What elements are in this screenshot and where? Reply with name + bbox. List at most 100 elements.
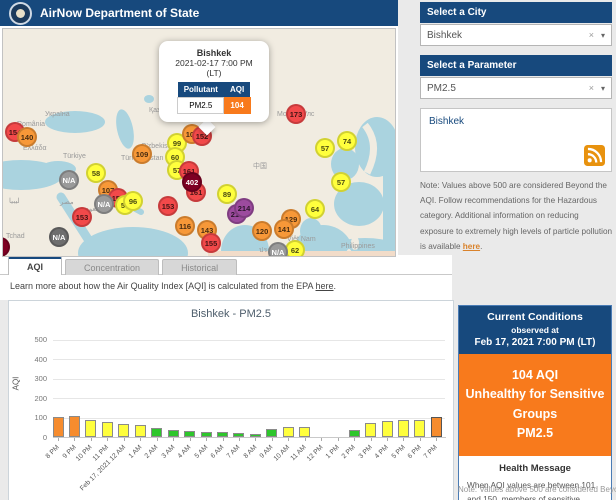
map-marker-aqi[interactable]: 155 (201, 233, 221, 253)
map-marker-aqi[interactable]: 57 (331, 172, 351, 192)
chart-bar (431, 417, 442, 437)
chart-bar (398, 420, 409, 437)
map-marker-aqi[interactable]: N/A (94, 194, 114, 214)
parameter-select-value: PM2.5 (427, 83, 589, 94)
parameter-select[interactable]: PM2.5 × ▾ (420, 77, 612, 99)
chart-x-tick-label: 10 AM (273, 444, 292, 463)
chart-bar (135, 425, 146, 437)
tab-bar: AQI Concentration Historical (8, 258, 240, 275)
chart-x-tick (223, 438, 224, 441)
chart-x-tick (354, 438, 355, 441)
chart-gridline (53, 379, 445, 380)
map-marker-aqi[interactable]: 74 (337, 131, 357, 151)
map-marker-aqi[interactable]: N/A (49, 227, 69, 247)
chart-gridline (53, 418, 445, 419)
chart-x-tick-label: 1 PM (324, 444, 340, 460)
map-marker-aqi[interactable]: N/A (268, 242, 288, 257)
chart-bar (250, 434, 261, 437)
map-marker-aqi[interactable]: 109 (132, 144, 152, 164)
app-title: AirNow Department of State (40, 6, 199, 20)
map-marker-aqi[interactable]: 214 (234, 198, 254, 218)
chart-x-tick-label: 7 AM (226, 444, 242, 460)
chart-bar (283, 427, 294, 437)
map-marker-aqi[interactable]: 64 (305, 199, 325, 219)
chart-bar (151, 428, 162, 437)
select-city-header: Select a City (420, 2, 612, 23)
chart-x-tick-label: 6 AM (210, 444, 226, 460)
bottom-note: Note: Values above 500 are considered Be… (458, 485, 616, 494)
app-header: AirNow Department of State (0, 0, 398, 26)
chart-x-tick (288, 438, 289, 441)
map-canvas[interactable]: PhilippinesประเทศไทยViệt Nam中国Монгол Улс… (2, 28, 396, 257)
chart-x-tick-label: 10 PM (75, 444, 94, 463)
chart-x-tick (239, 438, 240, 441)
chart-x-tick-label: 4 PM (374, 444, 390, 460)
chart-x-tick (124, 438, 125, 441)
chart-x-tick-label: 8 PM (45, 444, 61, 460)
chart-title: Bishkek - PM2.5 (9, 308, 453, 320)
city-clear-icon[interactable]: × (589, 30, 594, 40)
map-marker-aqi[interactable]: 153 (158, 196, 178, 216)
map-marker-aqi[interactable]: 89 (217, 184, 237, 204)
popup-datetime: 2021-02-17 7:00 PM (164, 58, 264, 68)
map-marker-aqi[interactable]: 402 (182, 172, 202, 192)
chart-x-tick (173, 438, 174, 441)
chart-bar (382, 421, 393, 437)
map-place-label: Україна (45, 111, 70, 118)
epa-here-link[interactable]: here (316, 281, 334, 291)
map-marker-aqi[interactable]: N/A (59, 170, 79, 190)
parameter-clear-icon[interactable]: × (589, 83, 594, 93)
feed-city-link[interactable]: Bishkek (429, 116, 464, 127)
epa-info-text: Learn more about how the Air Quality Ind… (10, 281, 316, 291)
chart-panel: Bishkek - PM2.5 AQI 10020030040050008 PM… (8, 300, 454, 500)
chart-bar (217, 432, 228, 437)
current-conditions-title: Current Conditions (461, 311, 609, 323)
map-marker-aqi[interactable]: 62 (285, 240, 305, 257)
sidebar-note-here-link[interactable]: here (463, 242, 480, 251)
chart-bar (168, 430, 179, 437)
map-place-label: Türkiye (63, 153, 86, 160)
chart-bar (233, 433, 244, 437)
chart-y-tick-label: 400 (17, 355, 47, 364)
tab-historical[interactable]: Historical (162, 259, 237, 275)
map-marker-aqi[interactable]: 141 (274, 219, 294, 239)
tab-aqi[interactable]: AQI (8, 257, 62, 275)
chart-bar (365, 423, 376, 437)
chart-x-tick-label: 3 AM (160, 444, 176, 460)
map-place-label: 中国 (253, 161, 267, 171)
page: AirNow Department of State (0, 0, 616, 500)
tab-concentration[interactable]: Concentration (65, 259, 159, 275)
city-caret-icon[interactable]: ▾ (601, 31, 605, 40)
map-marker-aqi[interactable]: 120 (252, 221, 272, 241)
aqi-summary: 104 AQI Unhealthy for Sensitive Groups P… (459, 354, 611, 456)
aqi-value: 104 AQI (465, 366, 605, 385)
chart-x-tick-label: 2 PM (341, 444, 357, 460)
chart-x-tick-label: 6 PM (407, 444, 423, 460)
chart-x-tick (255, 438, 256, 441)
map-marker-aqi[interactable]: 96 (123, 191, 143, 211)
map-marker-aqi[interactable]: 173 (286, 104, 306, 124)
chart-y-tick-label: 200 (17, 394, 47, 403)
city-select[interactable]: Bishkek × ▾ (420, 24, 612, 46)
map-marker-aqi[interactable]: 57 (315, 138, 335, 158)
city-select-value: Bishkek (427, 30, 589, 41)
map-marker-aqi[interactable]: 140 (17, 127, 37, 147)
chart-x-tick (58, 438, 59, 441)
map-marker-aqi[interactable]: 153 (72, 207, 92, 227)
chart-x-tick-label: 2 AM (144, 444, 160, 460)
popup-col-aqi: AQI (224, 82, 250, 98)
chart-bar (102, 422, 113, 437)
department-of-state-seal-icon (9, 2, 32, 25)
map-place-label: Tchad (6, 233, 25, 240)
chart-bar (266, 429, 277, 437)
popup-table: Pollutant AQI PM2.5 104 (177, 82, 251, 114)
chart-bar (414, 420, 425, 437)
current-conditions-panel: Current Conditions observed at Feb 17, 2… (458, 305, 612, 500)
chart-bar (299, 427, 310, 437)
parameter-caret-icon[interactable]: ▾ (601, 84, 605, 93)
aqi-parameter: PM2.5 (465, 424, 605, 443)
map-marker-aqi[interactable]: 116 (175, 216, 195, 236)
chart-bar (201, 432, 212, 437)
chart-x-tick-label: 1 AM (127, 444, 143, 460)
rss-icon[interactable] (584, 145, 605, 166)
